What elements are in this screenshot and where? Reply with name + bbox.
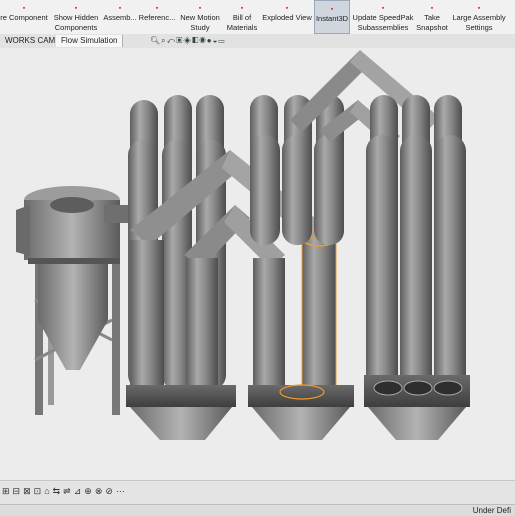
ribbon-button-component[interactable]: ▪ re Component — [0, 0, 48, 34]
filter-bank-right — [364, 95, 470, 440]
status-bar: Under Defi — [0, 504, 515, 516]
cyclone-separator — [16, 186, 132, 415]
bill-of-materials-icon: ▪ — [240, 5, 244, 12]
icon-1[interactable]: ⊞ — [2, 486, 13, 496]
instant3d-icon: ▪ — [330, 6, 334, 13]
motion-study-icon: ▪ — [198, 5, 202, 12]
component-icon: ▪ — [22, 5, 26, 12]
camera-icon: ▪ — [430, 5, 434, 12]
view-toolbar: 🔍︎⌕↶▣◈◧◉●◒▭ — [150, 36, 226, 46]
ribbon-button-reference[interactable]: ▪ Referenc... — [138, 0, 176, 34]
icon-9[interactable]: ⊕ — [84, 486, 95, 496]
icon-6[interactable]: ⇆ — [53, 486, 64, 496]
ribbon-button-take-snapshot[interactable]: ▪ Take Snapshot — [415, 0, 449, 34]
icon-2[interactable]: ⊟ — [13, 486, 24, 496]
icon-12[interactable]: ⋯ — [116, 486, 128, 496]
icon-7[interactable]: ⇌ — [63, 486, 74, 496]
status-text: Under Defi — [472, 506, 511, 515]
graphics-viewport[interactable] — [0, 48, 515, 480]
icon-11[interactable]: ⊘ — [105, 486, 116, 496]
display-settings-icon[interactable]: ▭ — [218, 36, 225, 45]
ribbon-button-assembly[interactable]: ▪ Assemb... — [103, 0, 137, 34]
zoom-icon[interactable]: 🔍︎ — [150, 36, 161, 45]
command-ribbon: ▪ re Component ▪ Show Hidden Components ▪ A… — [0, 0, 515, 35]
tab-flow-simulation[interactable]: Flow Simulation — [56, 35, 124, 47]
ribbon-button-update-speedpak[interactable]: ▪ Update SpeedPak Subassemblies — [352, 0, 414, 34]
ribbon-button-new-motion-study[interactable]: ▪ New Motion Study — [177, 0, 223, 34]
hide-show-icon[interactable]: ◉ — [199, 36, 206, 45]
ribbon-button-instant3d[interactable]: ▪ Instant3D — [314, 0, 350, 34]
icon-8[interactable]: ⊿ — [74, 486, 85, 496]
ribbon-button-large-assembly-settings[interactable]: ▪ Large Assembly Settings — [450, 0, 508, 34]
ribbon-button-exploded-view[interactable]: ▪ Exploded View — [261, 0, 313, 34]
icon-4[interactable]: ⊡ — [34, 486, 45, 496]
ribbon-button-show-hidden[interactable]: ▪ Show Hidden Components — [50, 0, 102, 34]
command-tabs: WORKS CAM Flow Simulation — [0, 34, 515, 49]
large-assembly-icon: ▪ — [477, 5, 481, 12]
bottom-toolbar: ⊞⊟⊠⊡⌂⇆⇌⊿⊕⊗⊘⋯ — [0, 480, 515, 505]
view-orientation-icon[interactable]: ◈ — [183, 36, 192, 45]
previous-view-icon[interactable]: ↶ — [167, 36, 177, 45]
assembly-icon: ▪ — [118, 5, 122, 12]
exploded-view-icon: ▪ — [285, 5, 289, 12]
ribbon-button-bill-of-materials[interactable]: ▪ Bill of Materials — [224, 0, 260, 34]
speedpak-icon: ▪ — [381, 5, 385, 12]
icon-10[interactable]: ⊗ — [95, 486, 106, 496]
reference-icon: ▪ — [155, 5, 159, 12]
show-hidden-icon: ▪ — [74, 5, 78, 12]
tab-works-cam[interactable]: WORKS CAM — [0, 35, 62, 47]
icon-5[interactable]: ⌂ — [44, 486, 52, 496]
icon-3[interactable]: ⊠ — [23, 486, 34, 496]
assembly-model[interactable] — [0, 48, 515, 480]
